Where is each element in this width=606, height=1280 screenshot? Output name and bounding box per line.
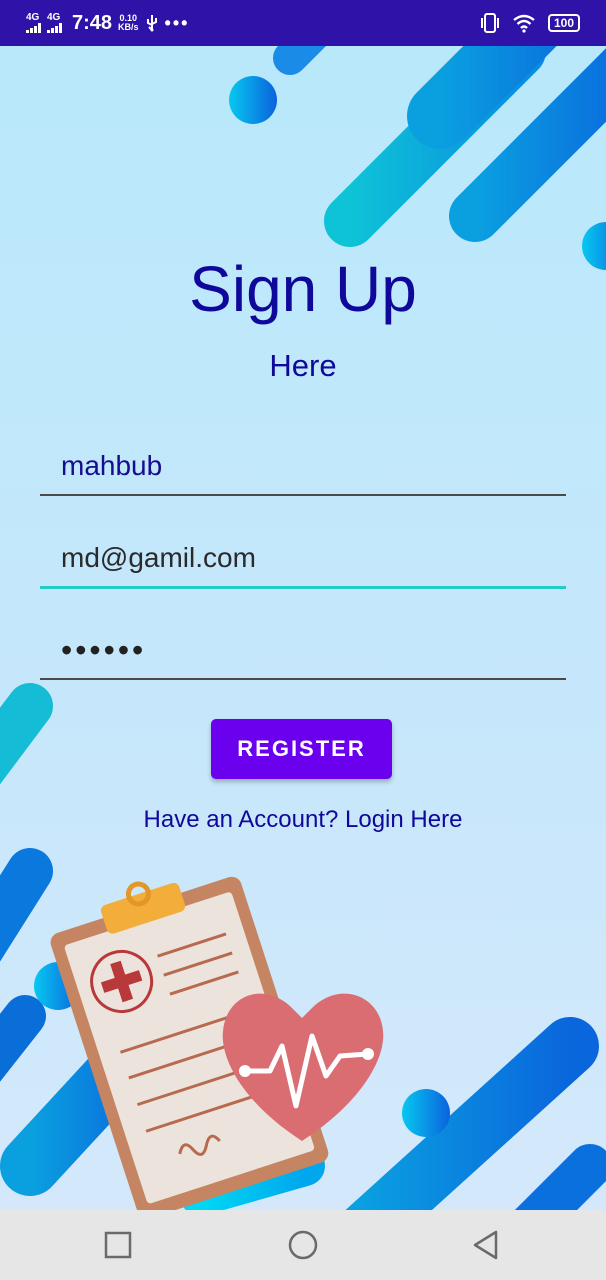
status-bar: 4G 4G 7:48 0.10 KB/s ••• 100 xyxy=(0,0,606,46)
name-field[interactable] xyxy=(40,438,566,496)
wifi-icon xyxy=(513,14,535,33)
square-icon[interactable] xyxy=(101,1228,135,1262)
network-type-label: 4G xyxy=(47,12,61,23)
more-notifications-icon: ••• xyxy=(164,12,190,33)
email-field[interactable] xyxy=(40,530,566,589)
signal-icon xyxy=(47,23,62,33)
signup-screen: Sign Up Here REGISTER Have an Account? L… xyxy=(0,46,606,1210)
password-field[interactable] xyxy=(40,622,566,680)
battery-icon: 100 xyxy=(547,14,580,32)
network-type-label: 4G xyxy=(26,12,40,23)
email-input[interactable] xyxy=(40,530,566,586)
status-right: 100 xyxy=(480,0,580,46)
speed-unit: KB/s xyxy=(118,22,139,32)
page-subtitle: Here xyxy=(269,348,337,383)
network-indicator-2: 4G xyxy=(47,13,62,33)
triangle-back-icon[interactable] xyxy=(469,1228,503,1262)
medical-clipboard-heart-illustration xyxy=(50,876,384,1210)
page-title: Sign Up xyxy=(189,253,417,325)
navigation-bar xyxy=(0,1210,606,1280)
status-left: 4G 4G 7:48 0.10 KB/s ••• xyxy=(26,0,189,46)
network-speed: 0.10 KB/s xyxy=(118,14,139,32)
network-indicator-1: 4G xyxy=(26,13,41,33)
circle-icon[interactable] xyxy=(286,1228,320,1262)
status-time: 7:48 xyxy=(72,11,113,34)
vibrate-icon xyxy=(480,13,499,33)
register-button[interactable]: REGISTER xyxy=(211,719,392,779)
password-input[interactable] xyxy=(40,622,566,678)
login-link[interactable]: Have an Account? Login Here xyxy=(0,806,606,834)
usb-icon xyxy=(146,15,157,32)
signal-icon xyxy=(26,23,41,33)
name-input[interactable] xyxy=(40,438,566,494)
